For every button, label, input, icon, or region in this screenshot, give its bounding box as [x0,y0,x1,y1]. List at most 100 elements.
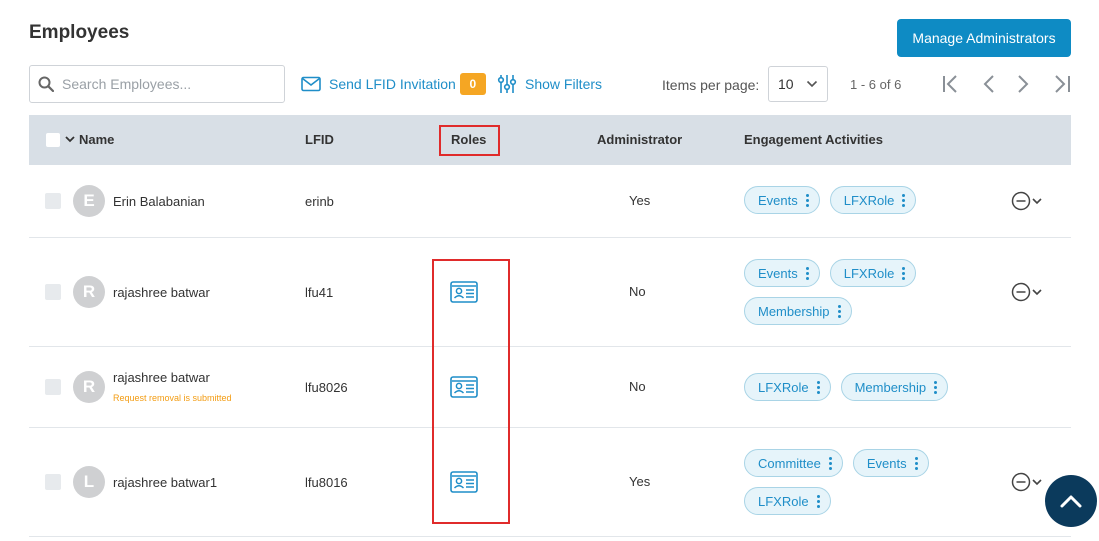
chevron-right-icon [1018,75,1029,93]
avatar: R [73,276,105,308]
minus-circle-icon [1011,282,1031,302]
last-page-icon [1055,75,1070,93]
roles-column-highlight [432,259,510,524]
employee-lfid: lfu41 [305,285,334,300]
activity-label: Events [758,265,798,281]
avatar: R [73,371,105,403]
chevron-down-icon [1032,198,1042,205]
employee-name: Erin Balabanian [113,194,205,209]
activity-chip[interactable]: LFXRole [829,186,917,214]
search-box[interactable] [29,65,285,103]
row-action-menu[interactable] [1011,472,1045,492]
more-vertical-icon[interactable] [914,456,918,470]
employee-lfid: lfu8026 [305,380,348,395]
column-header-engagement[interactable]: Engagement Activities [744,132,883,147]
more-vertical-icon[interactable] [816,380,820,394]
avatar: E [73,185,105,217]
column-header-lfid[interactable]: LFID [305,132,334,147]
activity-label: Committee [758,455,821,471]
more-vertical-icon[interactable] [805,266,809,280]
more-vertical-icon[interactable] [828,456,832,470]
chevron-up-icon [1060,495,1082,508]
activity-chip[interactable]: LFXRole [744,487,831,515]
activity-chip[interactable]: Events [744,259,820,287]
previous-page-button[interactable] [977,72,1001,96]
administrator-value: Yes [629,474,651,489]
activity-label: Events [758,192,798,208]
invitation-count-badge: 0 [459,73,486,95]
next-page-button[interactable] [1011,72,1035,96]
show-filters-link[interactable]: Show Filters [497,73,602,95]
more-vertical-icon[interactable] [902,266,906,280]
employee-name: rajashree batwar [113,285,210,300]
row-checkbox[interactable] [45,474,61,490]
activity-chip[interactable]: Events [744,186,820,214]
avatar: L [73,466,105,498]
page-title: Employees [29,22,130,43]
select-all-checkbox[interactable] [46,133,60,147]
chevron-down-icon [1032,289,1042,296]
employee-lfid: erinb [305,194,334,209]
send-invitation-label: Send LFID Invitation [329,76,456,92]
activity-chip[interactable]: LFXRole [829,259,917,287]
activity-label: LFXRole [758,379,809,395]
activity-label: Events [866,455,907,471]
send-invitation-link[interactable]: Send LFID Invitation 0 [301,73,486,95]
activity-label: LFXRole [843,192,895,208]
table-row: R rajashree batwar lfu41 No Events LFXRo… [29,238,1071,347]
more-vertical-icon[interactable] [934,380,938,394]
minus-circle-icon [1011,191,1031,211]
engagement-activities: Events LFXRole Membership [744,259,984,325]
row-checkbox[interactable] [45,284,61,300]
chevron-down-icon [806,80,818,88]
activity-label: Membership [854,379,927,395]
search-input[interactable] [62,76,262,92]
activity-chip[interactable]: Committee [744,449,843,477]
table-row: L rajashree batwar1 lfu8016 Yes Committe… [29,428,1071,537]
manage-administrators-button[interactable]: Manage Administrators [897,19,1071,57]
activity-chip[interactable]: Membership [744,297,852,325]
table-row: R rajashree batwar Request removal is su… [29,347,1071,428]
activity-chip[interactable]: Membership [840,373,949,401]
show-filters-label: Show Filters [525,76,603,92]
engagement-activities: Events LFXRole [744,186,984,214]
administrator-value: No [629,284,646,299]
chevron-down-icon[interactable] [64,133,76,145]
administrator-value: Yes [629,193,651,208]
row-action-menu[interactable] [1011,191,1045,211]
removal-status-note: Request removal is submitted [113,393,232,403]
items-per-page-select[interactable]: 10 [768,66,828,102]
column-header-administrator[interactable]: Administrator [597,132,682,147]
activity-chip[interactable]: Events [852,449,929,477]
activity-label: Membership [758,303,830,319]
employee-name: rajashree batwar [113,370,210,385]
scroll-to-top-button[interactable] [1045,475,1097,527]
engagement-activities: LFXRole Membership [744,373,984,401]
table-row: E Erin Balabanian erinb Yes Events LFXRo… [29,165,1071,238]
more-vertical-icon[interactable] [816,494,820,508]
more-vertical-icon[interactable] [902,193,906,207]
row-checkbox[interactable] [45,379,61,395]
roles-header-highlight [439,125,500,156]
minus-circle-icon [1011,472,1031,492]
more-vertical-icon[interactable] [805,193,809,207]
chevron-down-icon [1032,479,1042,486]
items-per-page-value: 10 [778,76,794,92]
search-icon [38,76,54,92]
table-header: Name LFID Roles Administrator Engagement… [29,115,1071,165]
engagement-activities: Committee Events LFXRole [744,449,984,515]
pagination-range: 1 - 6 of 6 [850,77,902,92]
employee-lfid: lfu8016 [305,475,348,490]
first-page-icon [943,75,957,93]
items-per-page-label: Items per page: [662,77,760,93]
chevron-left-icon [983,75,994,93]
row-action-menu[interactable] [1011,282,1045,302]
row-checkbox[interactable] [45,193,61,209]
activity-label: LFXRole [843,265,895,281]
activity-chip[interactable]: LFXRole [744,373,831,401]
last-page-button[interactable] [1049,72,1073,96]
column-header-name[interactable]: Name [79,132,114,147]
more-vertical-icon[interactable] [837,304,841,318]
administrator-value: No [629,379,646,394]
first-page-button[interactable] [939,72,963,96]
